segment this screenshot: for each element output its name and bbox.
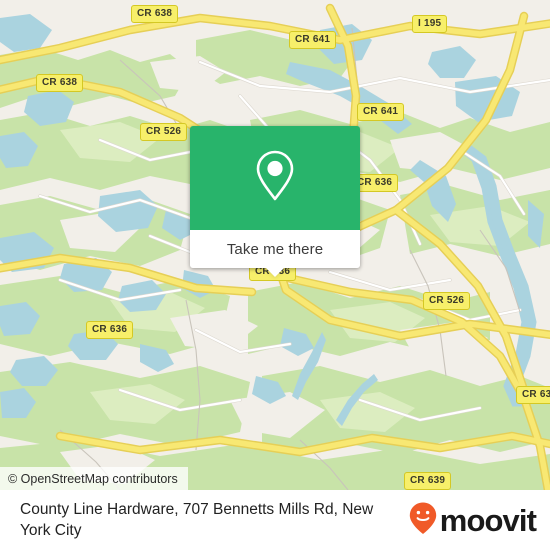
road-shield: CR 639 xyxy=(404,472,452,490)
road-shield: CR 638 xyxy=(131,5,179,23)
road-shield: CR 526 xyxy=(423,292,471,310)
take-me-there-button[interactable]: Take me there xyxy=(227,241,323,258)
road-shield: CR 636 xyxy=(86,321,134,339)
road-shield: CR 641 xyxy=(357,103,405,121)
moovit-logo[interactable]: moovit xyxy=(408,501,537,540)
moovit-pin-smiley-icon xyxy=(408,501,438,540)
popup-card-header xyxy=(190,126,360,230)
moovit-wordmark: moovit xyxy=(439,502,537,538)
page-footer: County Line Hardware, 707 Bennetts Mills… xyxy=(0,490,550,550)
map-pin-icon xyxy=(253,148,297,209)
location-popup-card[interactable]: Take me there xyxy=(190,126,360,277)
road-shield: CR 641 xyxy=(289,31,337,49)
road-shield: I 195 xyxy=(412,15,448,33)
road-shield: CR 526 xyxy=(140,123,188,141)
screenshot-root: CR 638 CR 641 I 195 CR 638 CR 641 CR 526… xyxy=(0,0,550,550)
map-attribution[interactable]: © OpenStreetMap contributors xyxy=(0,467,188,490)
location-title: County Line Hardware, 707 Bennetts Mills… xyxy=(20,501,374,539)
popup-card-footer[interactable]: Take me there xyxy=(190,230,360,277)
map-canvas[interactable]: CR 638 CR 641 I 195 CR 638 CR 641 CR 526… xyxy=(0,0,550,490)
popup-card-tail xyxy=(265,267,285,277)
road-shield: CR 638 xyxy=(36,74,84,92)
road-shield: CR 639 xyxy=(516,386,550,404)
